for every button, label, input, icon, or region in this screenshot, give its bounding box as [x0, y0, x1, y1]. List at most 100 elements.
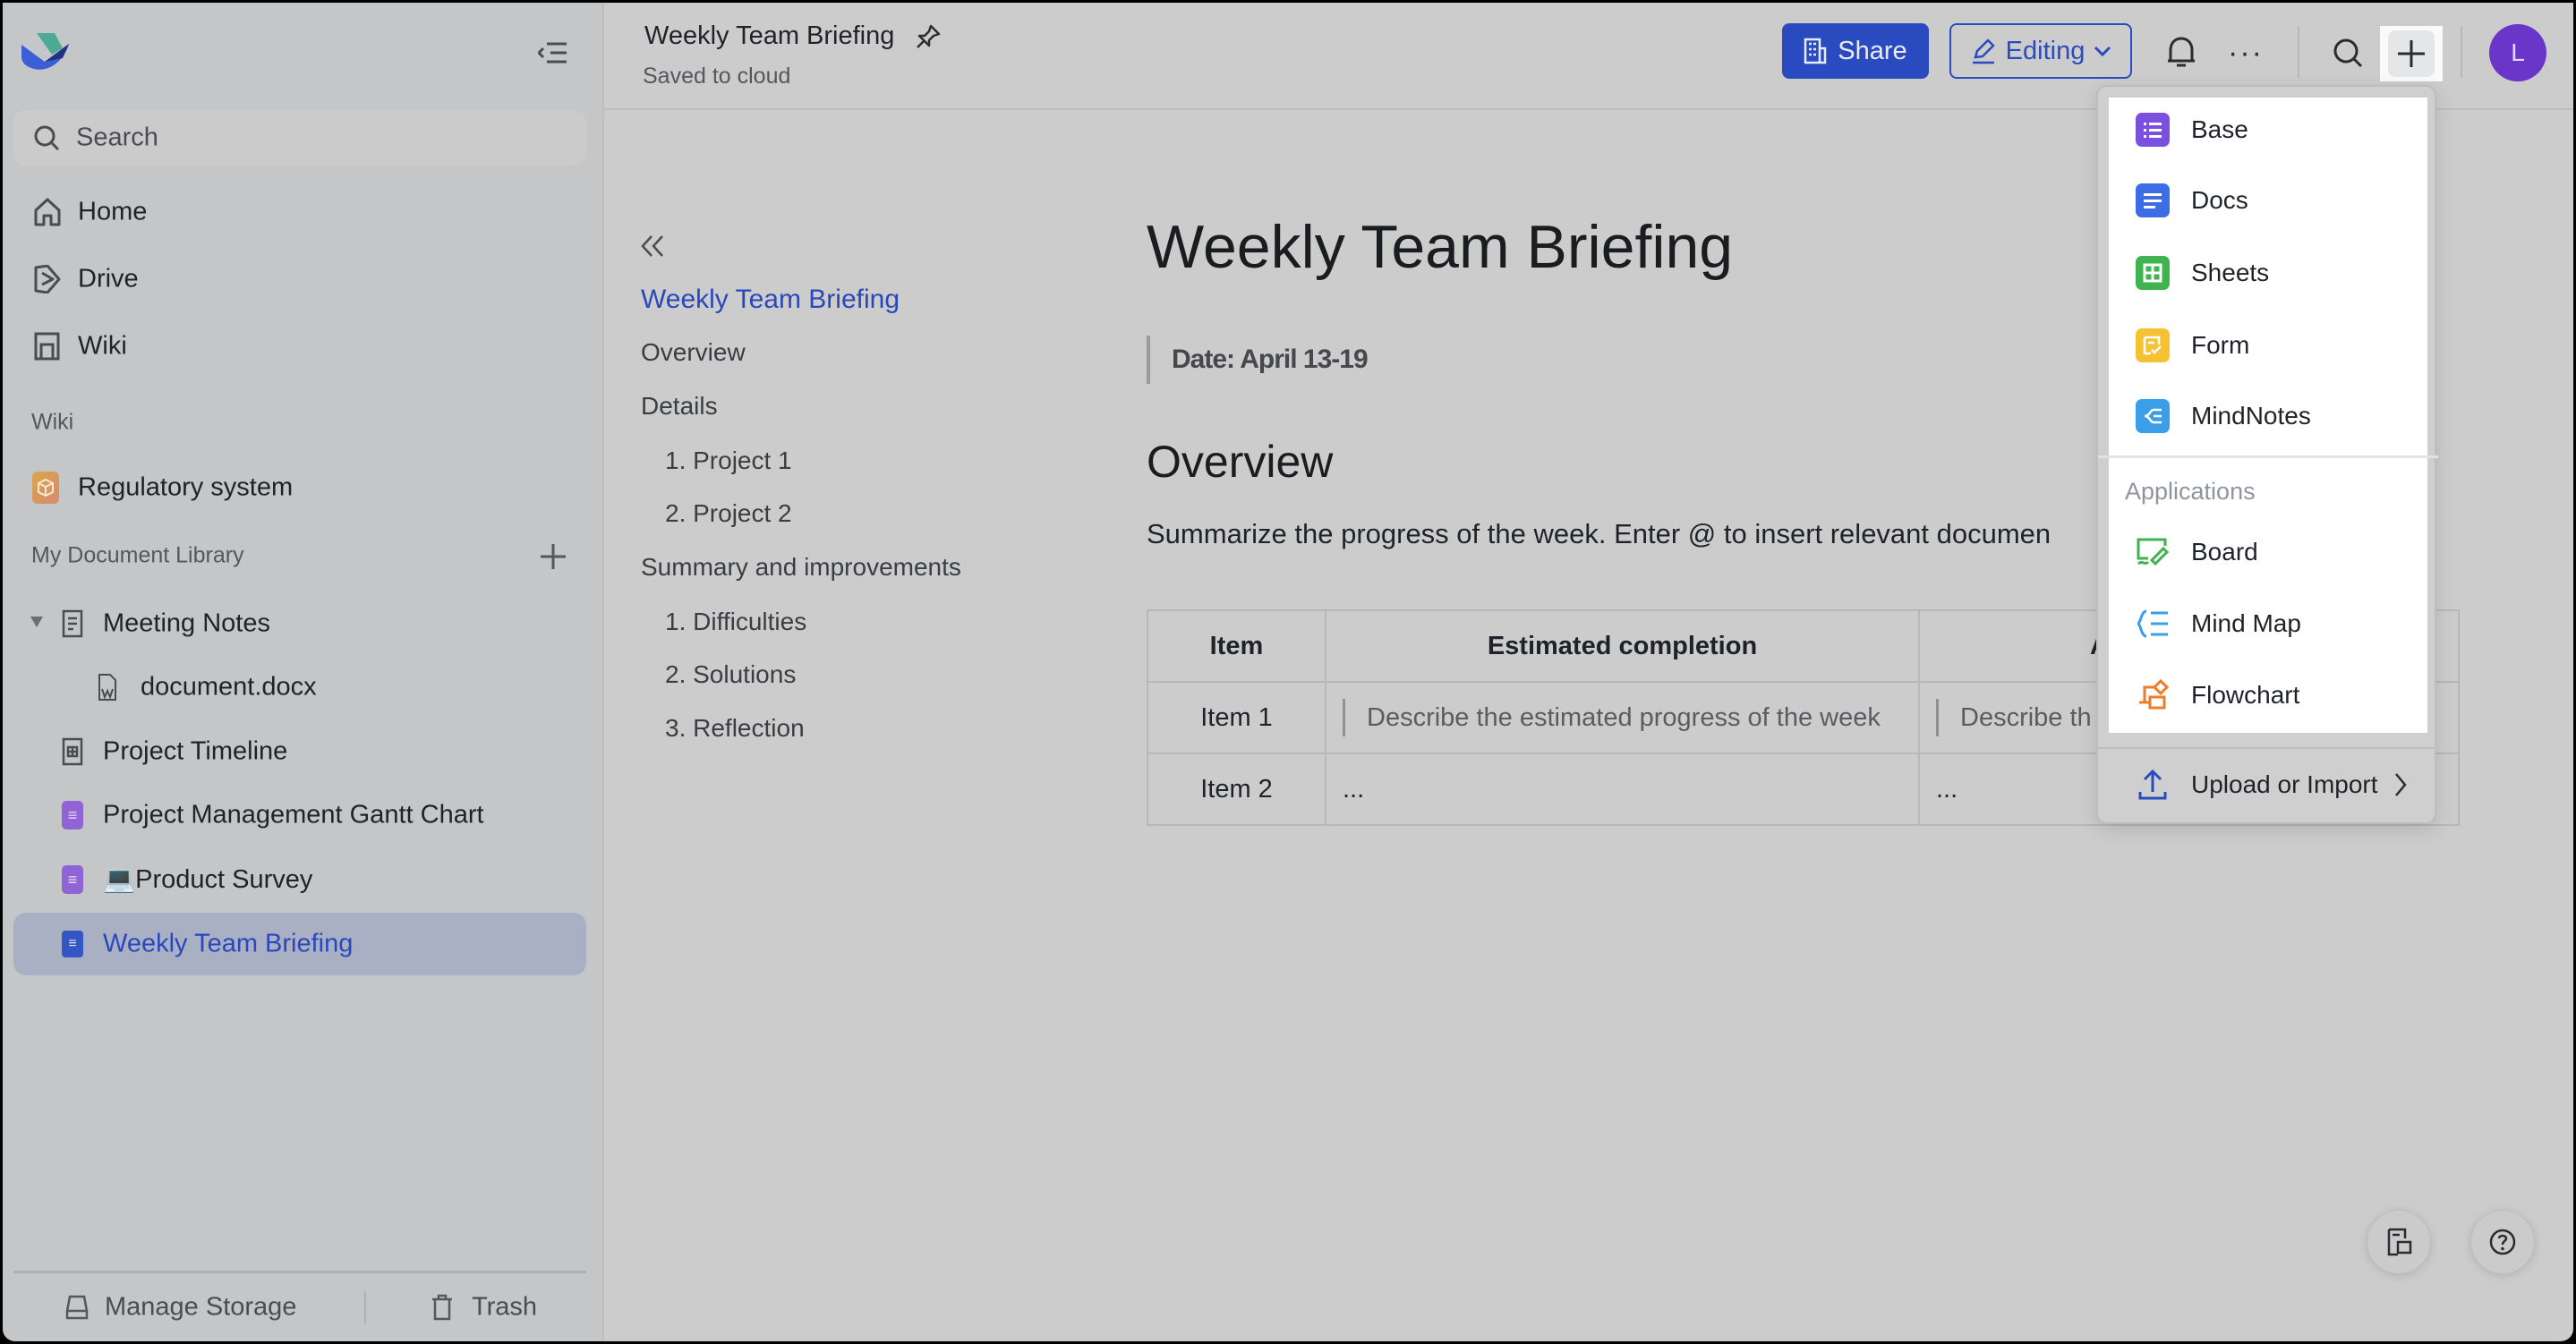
menu-item-form[interactable]: Form: [2109, 313, 2427, 378]
overview-paragraph[interactable]: Summarize the progress of the week. Ente…: [1147, 518, 2051, 550]
editing-mode-dropdown[interactable]: Editing: [1949, 23, 2132, 79]
create-new-button[interactable]: [2380, 26, 2443, 81]
menu-item-label: Sheets: [2191, 259, 2270, 286]
sidebar-item-label: Project Timeline: [103, 736, 288, 766]
menu-divider: [2098, 747, 2435, 749]
collapse-sidebar-icon[interactable]: [538, 40, 568, 65]
sidebar: Search Home Drive Wiki Wiki Regulatory s…: [3, 3, 604, 1341]
chevron-right-icon: [2395, 773, 2407, 796]
pin-icon[interactable]: [916, 24, 941, 49]
table-cell[interactable]: ...: [1325, 753, 1920, 826]
collapse-outline-icon[interactable]: [640, 234, 665, 259]
bell-icon: [2168, 37, 2195, 67]
sidebar-item-label: Home: [78, 197, 148, 226]
base-icon: [2136, 113, 2170, 147]
sidebar-item-label: Drive: [78, 264, 139, 293]
toc-item[interactable]: 2. Project 2: [665, 499, 792, 528]
header-divider-2: [2461, 26, 2462, 78]
expand-triangle-icon[interactable]: [30, 616, 44, 628]
toc-item[interactable]: Overview: [641, 338, 746, 367]
manage-storage-label: Manage Storage: [105, 1292, 297, 1322]
base-icon: ≡: [62, 865, 83, 894]
sidebar-item-label: Meeting Notes: [103, 608, 270, 638]
footer-divider: [364, 1291, 366, 1323]
table-header-cell: Estimated completion: [1325, 609, 1920, 683]
help-button[interactable]: [2470, 1210, 2535, 1274]
toc-item[interactable]: Details: [641, 392, 718, 421]
table-cell[interactable]: Item 2: [1147, 753, 1326, 826]
table-cell[interactable]: Item 1: [1147, 681, 1326, 754]
sidebar-item-label: Regulatory system: [78, 472, 294, 502]
search-icon: [2333, 38, 2363, 68]
menu-item-sheets[interactable]: Sheets: [2109, 241, 2427, 305]
cell-placeholder: Describe th: [1936, 699, 2092, 736]
notifications-button[interactable]: [2162, 33, 2201, 72]
sidebar-item-label: Wiki: [78, 331, 127, 361]
menu-item-mind-map[interactable]: Mind Map: [2109, 591, 2427, 656]
table-cell[interactable]: Describe the estimated progress of the w…: [1325, 681, 1920, 754]
sidebar-item-label: 💻Product Survey: [103, 865, 313, 894]
menu-item-label: Board: [2191, 538, 2258, 566]
help-icon: [2489, 1229, 2516, 1255]
sidebar-item-label: document.docx: [141, 672, 317, 702]
toc-item[interactable]: 1. Difficulties: [665, 608, 806, 636]
cell-placeholder: Describe the estimated progress of the w…: [1343, 699, 1881, 736]
menu-item-flowchart[interactable]: Flowchart: [2109, 663, 2427, 727]
toc-item[interactable]: 3. Reflection: [665, 714, 805, 743]
word-file-icon: [98, 674, 116, 701]
building-icon: [1804, 38, 1827, 64]
avatar[interactable]: L: [2489, 24, 2546, 81]
sidebar-item-label: Weekly Team Briefing: [103, 929, 354, 958]
menu-panel: Base Docs Sheets Form MindNotes Applicat…: [2098, 98, 2438, 733]
header-divider-1: [2298, 26, 2299, 78]
trash-icon: [432, 1294, 452, 1321]
sidebar-item-label: Project Management Gantt Chart: [103, 800, 484, 829]
search-input[interactable]: Search: [13, 110, 586, 166]
drive-icon: [34, 265, 61, 293]
plus-icon: [2398, 40, 2425, 67]
add-document-icon[interactable]: [540, 543, 567, 570]
menu-item-label: Mind Map: [2191, 609, 2301, 637]
sidebar-divider: [13, 1271, 586, 1273]
search-icon: [34, 125, 60, 151]
toc-item[interactable]: Weekly Team Briefing: [641, 285, 900, 315]
chevron-down-icon: [2094, 46, 2111, 57]
app-logo: [21, 33, 69, 70]
share-label: Share: [1838, 36, 1907, 65]
menu-item-label: Base: [2191, 115, 2248, 143]
form-icon: [2136, 328, 2170, 362]
wiki-icon: [34, 332, 60, 361]
flowchart-icon: [2136, 678, 2170, 712]
doc-info-icon: [2387, 1228, 2412, 1256]
menu-item-board[interactable]: Board: [2109, 520, 2427, 584]
editing-label: Editing: [2005, 36, 2086, 65]
document-info-button[interactable]: [2367, 1210, 2431, 1274]
sheets-icon: [2136, 256, 2170, 290]
document-title: Weekly Team Briefing: [644, 21, 895, 50]
toc-item[interactable]: 1. Project 1: [665, 447, 792, 475]
menu-item-label: Docs: [2191, 186, 2248, 214]
applications-label: Applications: [2125, 478, 2256, 505]
menu-item-label: Form: [2191, 331, 2250, 359]
base-icon: ≡: [62, 801, 83, 829]
toc-item[interactable]: 2. Solutions: [665, 660, 796, 689]
table-header-cell: Item: [1147, 609, 1326, 683]
mindnotes-icon: [2136, 399, 2170, 433]
date-callout: Date: April 13-19: [1147, 336, 1369, 384]
share-button[interactable]: Share: [1782, 23, 1929, 79]
toc-item[interactable]: Summary and improvements: [641, 553, 961, 582]
menu-divider: [2098, 455, 2438, 458]
menu-item-mindnotes[interactable]: MindNotes: [2109, 384, 2427, 448]
search-button[interactable]: [2328, 33, 2367, 72]
more-options-icon[interactable]: ···: [2226, 33, 2265, 72]
menu-item-base[interactable]: Base: [2109, 98, 2427, 162]
upload-or-import-item[interactable]: Upload or Import: [2109, 753, 2427, 817]
save-status: Saved to cloud: [643, 64, 791, 89]
menu-item-docs[interactable]: Docs: [2109, 168, 2427, 233]
overview-heading: Overview: [1147, 437, 1334, 487]
docs-icon: [2136, 183, 2170, 217]
pencil-icon: [1972, 38, 1995, 64]
storage-icon: [65, 1295, 89, 1320]
cube-icon: [32, 472, 59, 504]
app-window: Search Home Drive Wiki Wiki Regulatory s…: [3, 3, 2573, 1341]
